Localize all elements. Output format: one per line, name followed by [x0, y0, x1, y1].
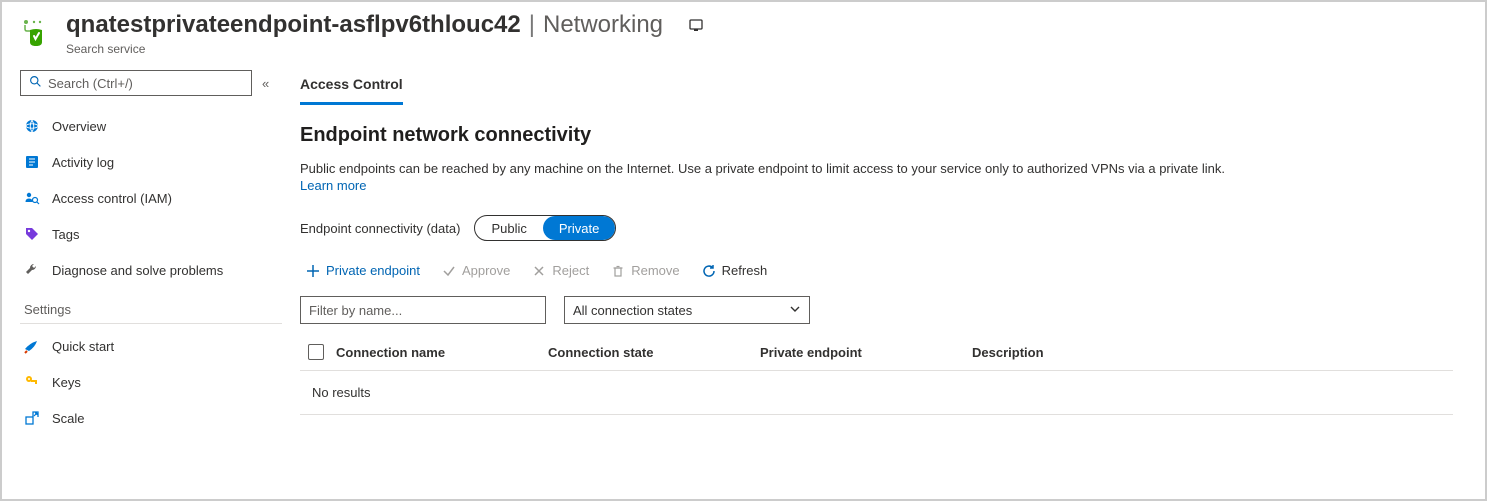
- sidebar-item-access-control[interactable]: Access control (IAM): [20, 180, 282, 216]
- log-icon: [24, 154, 40, 170]
- resource-name: qnatestprivateendpoint-asflpv6thlouc42: [66, 10, 521, 40]
- button-label: Refresh: [722, 263, 768, 278]
- sidebar-item-label: Scale: [52, 411, 85, 426]
- globe-icon: [24, 118, 40, 134]
- sidebar-item-label: Diagnose and solve problems: [52, 263, 223, 278]
- scale-icon: [24, 410, 40, 426]
- reject-button[interactable]: Reject: [532, 263, 589, 278]
- toggle-option-public[interactable]: Public: [475, 216, 542, 240]
- sidebar-section-settings: Settings: [20, 302, 282, 324]
- sidebar-item-label: Keys: [52, 375, 81, 390]
- command-bar: Private endpoint Approve Reject Remove R…: [300, 263, 1453, 278]
- iam-icon: [24, 190, 40, 206]
- button-label: Reject: [552, 263, 589, 278]
- refresh-button[interactable]: Refresh: [702, 263, 768, 278]
- section-description: Public endpoints can be reached by any m…: [300, 161, 1453, 176]
- column-connection-state[interactable]: Connection state: [548, 345, 748, 360]
- dropdown-value: All connection states: [573, 303, 692, 318]
- sidebar-item-quick-start[interactable]: Quick start: [20, 328, 282, 364]
- sidebar-item-overview[interactable]: Overview: [20, 108, 282, 144]
- tag-icon: [24, 226, 40, 242]
- trash-icon: [611, 264, 625, 278]
- button-label: Approve: [462, 263, 510, 278]
- table-header: Connection name Connection state Private…: [300, 334, 1453, 370]
- tab-access-control[interactable]: Access Control: [300, 72, 403, 105]
- sidebar-item-activity-log[interactable]: Activity log: [20, 144, 282, 180]
- sidebar-item-tags[interactable]: Tags: [20, 216, 282, 252]
- sidebar-item-diagnose[interactable]: Diagnose and solve problems: [20, 252, 282, 288]
- filter-by-name-input[interactable]: [300, 296, 546, 324]
- endpoint-connectivity-label: Endpoint connectivity (data): [300, 221, 460, 236]
- blade-title: Networking: [543, 10, 663, 40]
- x-icon: [532, 264, 546, 278]
- refresh-icon: [702, 264, 716, 278]
- sidebar-item-keys[interactable]: Keys: [20, 364, 282, 400]
- sidebar-item-label: Tags: [52, 227, 79, 242]
- title-divider: |: [529, 10, 535, 40]
- toggle-option-private[interactable]: Private: [543, 216, 615, 240]
- wrench-icon: [24, 262, 40, 278]
- sidebar-search-input[interactable]: [48, 76, 243, 91]
- approve-button[interactable]: Approve: [442, 263, 510, 278]
- sidebar: « Overview Activity log Access control (…: [20, 70, 282, 493]
- sidebar-item-label: Quick start: [52, 339, 114, 354]
- resource-type-label: Search service: [66, 42, 707, 56]
- main-content: Access Control Endpoint network connecti…: [300, 70, 1467, 493]
- connection-state-dropdown[interactable]: All connection states: [564, 296, 810, 324]
- remove-button[interactable]: Remove: [611, 263, 679, 278]
- resource-type-icon: [20, 16, 52, 48]
- column-connection-name[interactable]: Connection name: [336, 345, 536, 360]
- check-icon: [442, 264, 456, 278]
- sidebar-search-box[interactable]: [20, 70, 252, 96]
- button-label: Private endpoint: [326, 263, 420, 278]
- endpoint-connectivity-toggle: Public Private: [474, 215, 616, 241]
- sidebar-item-label: Access control (IAM): [52, 191, 172, 206]
- quickstart-icon: [24, 338, 40, 354]
- pin-button[interactable]: [685, 14, 707, 36]
- table-empty-message: No results: [300, 370, 1453, 415]
- column-description[interactable]: Description: [972, 345, 1445, 360]
- learn-more-link[interactable]: Learn more: [300, 178, 366, 193]
- private-endpoint-table: Connection name Connection state Private…: [300, 334, 1453, 415]
- tab-strip: Access Control: [300, 72, 1453, 106]
- sidebar-item-scale[interactable]: Scale: [20, 400, 282, 436]
- select-all-checkbox[interactable]: [308, 344, 324, 360]
- sidebar-item-label: Activity log: [52, 155, 114, 170]
- button-label: Remove: [631, 263, 679, 278]
- section-heading: Endpoint network connectivity: [300, 124, 1453, 147]
- plus-icon: [306, 264, 320, 278]
- collapse-sidebar-button[interactable]: «: [262, 76, 264, 91]
- sidebar-item-label: Overview: [52, 119, 106, 134]
- search-icon: [29, 75, 42, 91]
- add-private-endpoint-button[interactable]: Private endpoint: [306, 263, 420, 278]
- key-icon: [24, 374, 40, 390]
- page-header: qnatestprivateendpoint-asflpv6thlouc42 |…: [2, 2, 1485, 56]
- chevron-down-icon: [789, 303, 801, 318]
- column-private-endpoint[interactable]: Private endpoint: [760, 345, 960, 360]
